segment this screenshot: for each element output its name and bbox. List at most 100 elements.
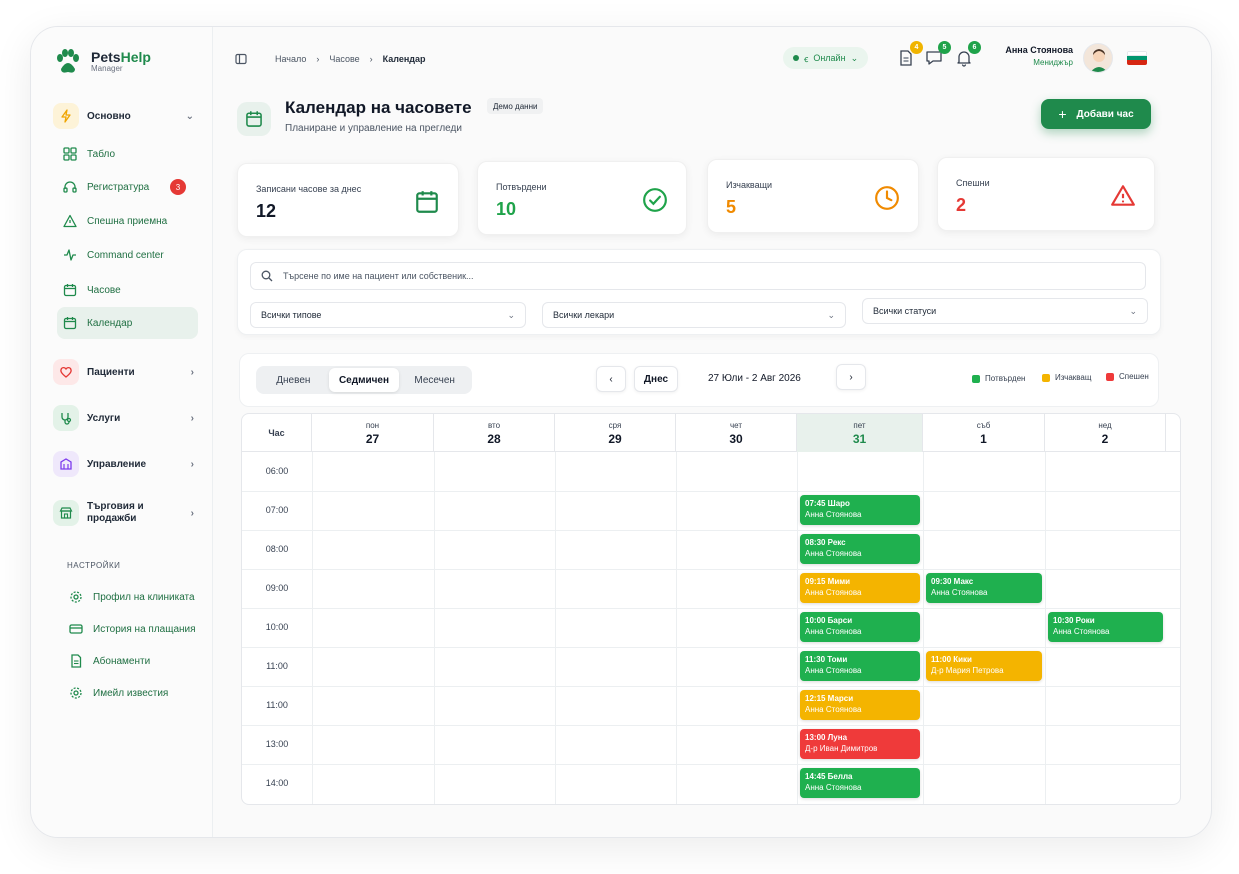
- day-header[interactable]: съб 1: [923, 414, 1045, 452]
- filters-panel: Търсене по име на пациент или собственик…: [237, 249, 1161, 335]
- day-header[interactable]: вто 28: [434, 414, 555, 452]
- online-status-dropdown[interactable]: ꞓ Онлайн ⌄: [783, 47, 869, 69]
- tab-month[interactable]: Месечен: [399, 368, 470, 392]
- appointment-doctor: Д-р Мария Петрова: [931, 666, 1004, 675]
- brand-logo[interactable]: PetsHelp Manager: [53, 47, 151, 77]
- doctor-filter-select[interactable]: Всички лекари ⌄: [542, 302, 846, 328]
- sidebar-item-command-center[interactable]: Command center: [57, 241, 198, 269]
- appointment-card[interactable]: 10:00 Барси Анна Стоянова: [800, 612, 920, 642]
- sidebar-item-reception[interactable]: Регистратура 3: [57, 173, 198, 201]
- appointment-doctor: Анна Стоянова: [805, 588, 862, 597]
- nav-group-services[interactable]: Услуги ›: [53, 403, 202, 433]
- sidebar-item-payment-history[interactable]: История на плащания: [63, 615, 198, 643]
- status-filter-select[interactable]: Всички статуси ⌄: [862, 298, 1148, 324]
- appointment-doctor: Анна Стоянова: [805, 549, 862, 558]
- row-divider: [242, 764, 1180, 765]
- messages-button[interactable]: 5: [925, 41, 951, 67]
- appointment-card[interactable]: 11:30 Томи Анна Стоянова: [800, 651, 920, 681]
- column-divider: [676, 452, 677, 804]
- bulgarian-flag-icon[interactable]: [1127, 51, 1147, 65]
- appointment-card[interactable]: 08:30 Рекс Анна Стоянова: [800, 534, 920, 564]
- bolt-icon: [53, 103, 79, 129]
- sidebar-item-dashboard[interactable]: Табло: [57, 140, 198, 168]
- sidebar-item-subscriptions[interactable]: Абонаменти: [63, 647, 198, 675]
- next-week-button[interactable]: ›: [836, 364, 866, 390]
- sidebar-item-calendar[interactable]: Календар: [57, 307, 198, 339]
- calendar-icon: [63, 317, 77, 330]
- avatar[interactable]: [1083, 43, 1113, 73]
- type-filter-value: Всички типове: [261, 310, 322, 320]
- legend-confirmed: Потвърден: [972, 374, 1025, 383]
- tab-day[interactable]: Дневен: [258, 368, 329, 392]
- day-header[interactable]: нед 2: [1045, 414, 1166, 452]
- legend-label: Спешен: [1119, 372, 1149, 381]
- day-name: съб: [976, 421, 991, 430]
- hour-label: 09:00: [265, 583, 289, 593]
- row-divider: [242, 608, 1180, 609]
- sidebar-toggle-icon[interactable]: [235, 53, 247, 65]
- calendar-icon: [416, 191, 438, 213]
- appointment-time-patient: 13:00 Луна: [805, 733, 848, 742]
- type-filter-select[interactable]: Всички типове ⌄: [250, 302, 526, 328]
- stethoscope-icon: [53, 405, 79, 431]
- day-number: 31: [852, 432, 867, 446]
- day-header[interactable]: чет 30: [676, 414, 797, 452]
- notifications-button[interactable]: 6: [955, 41, 981, 67]
- appointment-card[interactable]: 10:30 Роки Анна Стоянова: [1048, 612, 1163, 642]
- stat-card-confirmed: Потвърдени 10: [477, 161, 687, 235]
- breadcrumb: Начало › Часове › Календар: [235, 53, 426, 65]
- sidebar-item-label: Имейл известия: [93, 687, 169, 699]
- credit-card-icon: [69, 624, 83, 634]
- day-header[interactable]: сря 29: [555, 414, 676, 452]
- day-header[interactable]: пон 27: [312, 414, 434, 452]
- appointment-card[interactable]: 11:00 Кики Д-р Мария Петрова: [926, 651, 1042, 681]
- tab-week[interactable]: Седмичен: [328, 368, 400, 392]
- calendar-icon: [237, 102, 271, 136]
- add-appointment-button[interactable]: + Добави час: [1041, 99, 1151, 129]
- nav-group-patients[interactable]: Пациенти ›: [53, 357, 202, 387]
- appointment-card[interactable]: 13:00 Луна Д-р Иван Димитров: [800, 729, 920, 759]
- user-info[interactable]: Анна Стоянова Мениджър: [999, 45, 1073, 67]
- day-number: 27: [365, 432, 380, 446]
- brand-name: PetsHelp: [91, 49, 151, 65]
- breadcrumb-home[interactable]: Начало: [275, 54, 306, 64]
- nav-group-commerce[interactable]: Търговия и продажби ›: [53, 495, 202, 531]
- day-name: чет: [729, 421, 742, 430]
- breadcrumb-appointments[interactable]: Часове: [329, 54, 359, 64]
- day-header[interactable]: пет 31: [797, 414, 923, 452]
- search-placeholder: Търсене по име на пациент или собственик…: [283, 271, 474, 281]
- nav-group-management[interactable]: Управление ›: [53, 449, 202, 479]
- sidebar-item-email-notifications[interactable]: Имейл известия: [63, 679, 198, 707]
- column-divider: [923, 452, 924, 804]
- nav-group-main[interactable]: Основно ⌄: [53, 101, 202, 131]
- hour-label: 06:00: [265, 466, 289, 476]
- appointment-card[interactable]: 07:45 Шаро Анна Стоянова: [800, 495, 920, 525]
- today-button[interactable]: Днес: [634, 366, 678, 392]
- check-circle-icon: [643, 188, 667, 212]
- warning-icon: [63, 214, 77, 228]
- sidebar-item-emergency[interactable]: Спешна приемна: [57, 207, 198, 235]
- appointment-card[interactable]: 09:30 Макс Анна Стоянова: [926, 573, 1042, 603]
- stat-value: 10: [496, 199, 517, 219]
- chevron-right-icon: ›: [849, 371, 853, 383]
- nav-group-label: Услуги: [87, 412, 121, 424]
- search-input[interactable]: Търсене по име на пациент или собственик…: [250, 262, 1146, 290]
- day-name: пон: [365, 421, 380, 430]
- appointment-time-patient: 11:00 Кики: [931, 655, 972, 664]
- appointment-card[interactable]: 09:15 Мими Анна Стоянова: [800, 573, 920, 603]
- stat-card-urgent: Спешни 2: [937, 157, 1155, 231]
- breadcrumb-separator: ›: [369, 54, 373, 64]
- appointment-time-patient: 12:15 Марси: [805, 694, 854, 703]
- status-label: Онлайн: [813, 53, 846, 63]
- stat-label: Потвърдени: [496, 182, 547, 192]
- appointment-card[interactable]: 12:15 Марси Анна Стоянова: [800, 690, 920, 720]
- legend-swatch: [1042, 373, 1050, 382]
- row-divider: [242, 530, 1180, 531]
- prev-week-button[interactable]: ‹: [596, 366, 626, 392]
- sidebar-item-appointments[interactable]: Часове: [57, 276, 198, 304]
- appointment-card[interactable]: 14:45 Белла Анна Стоянова: [800, 768, 920, 798]
- documents-button[interactable]: 4: [897, 41, 923, 67]
- row-divider: [242, 725, 1180, 726]
- hour-label: 13:00: [265, 739, 289, 749]
- sidebar-item-clinic-profile[interactable]: Профил на клиниката: [63, 583, 198, 611]
